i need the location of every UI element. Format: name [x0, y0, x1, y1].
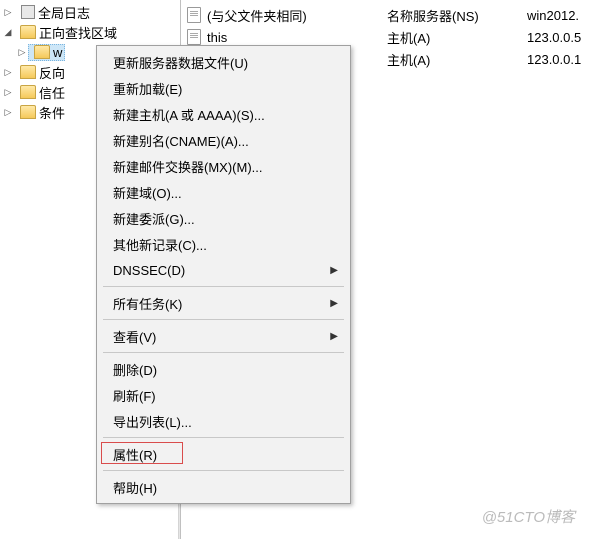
menu-item[interactable]: 新建邮件交换器(MX)(M)...	[99, 153, 348, 179]
menu-label: 删除(D)	[113, 360, 157, 379]
menu-item[interactable]: 删除(D)	[99, 356, 348, 382]
record-type: 主机(A)	[387, 28, 527, 47]
record-row[interactable]: (与父文件夹相同)名称服务器(NS)win2012.	[187, 4, 585, 26]
menu-label: 新建别名(CNAME)(A)...	[113, 131, 249, 150]
record-type: 名称服务器(NS)	[387, 6, 527, 25]
record-data: 123.0.0.1	[527, 52, 585, 67]
tree-label: 反向	[39, 63, 65, 82]
menu-label: 导出列表(L)...	[113, 412, 192, 431]
menu-label: 新建主机(A 或 AAAA)(S)...	[113, 105, 265, 124]
expand-icon[interactable]: ▷	[16, 46, 28, 58]
menu-separator	[103, 286, 344, 287]
tree-label: 全局日志	[38, 3, 90, 22]
chevron-right-icon: ▶	[330, 265, 338, 276]
record-type: 主机(A)	[387, 50, 527, 69]
context-menu: 更新服务器数据文件(U) 重新加载(E) 新建主机(A 或 AAAA)(S)... 新…	[96, 45, 351, 504]
menu-label: 查看(V)	[113, 327, 156, 346]
menu-item[interactable]: 更新服务器数据文件(U)	[99, 49, 348, 75]
document-icon	[187, 7, 201, 23]
menu-item[interactable]: 帮助(H)	[99, 474, 348, 500]
tree-label: 信任	[39, 83, 65, 102]
menu-separator	[103, 470, 344, 471]
watermark: @51CTO博客	[482, 506, 575, 527]
menu-item[interactable]: 刷新(F)	[99, 382, 348, 408]
menu-label: 重新加载(E)	[113, 79, 182, 98]
tree-label: 条件	[39, 103, 65, 122]
menu-item[interactable]: 新建域(O)...	[99, 179, 348, 205]
menu-label: 属性(R)	[113, 445, 157, 464]
menu-label: 帮助(H)	[113, 478, 157, 497]
menu-label: 刷新(F)	[113, 386, 156, 405]
menu-item[interactable]: DNSSEC(D) ▶	[99, 257, 348, 283]
tree-label: w	[53, 45, 62, 60]
tree-item-1[interactable]: ◢ 正向查找区域	[0, 22, 180, 42]
menu-label: 更新服务器数据文件(U)	[113, 53, 248, 72]
menu-label: 新建委派(G)...	[113, 209, 195, 228]
document-icon	[187, 29, 201, 45]
tree-label: 正向查找区域	[39, 23, 117, 42]
menu-item[interactable]: 新建委派(G)...	[99, 205, 348, 231]
record-data: 123.0.0.5	[527, 30, 585, 45]
folder-icon	[20, 85, 36, 99]
expand-icon[interactable]: ▷	[2, 86, 14, 98]
menu-item[interactable]: 属性(R)	[99, 441, 348, 467]
menu-label: 其他新记录(C)...	[113, 235, 207, 254]
folder-icon	[20, 65, 36, 79]
chevron-right-icon: ▶	[330, 331, 338, 342]
tree-item-0[interactable]: ▷ 全局日志	[0, 2, 180, 22]
record-name: (与父文件夹相同)	[207, 6, 387, 25]
log-icon	[21, 5, 35, 19]
menu-label: 所有任务(K)	[113, 294, 182, 313]
menu-item[interactable]: 导出列表(L)...	[99, 408, 348, 434]
menu-item[interactable]: 重新加载(E)	[99, 75, 348, 101]
menu-separator	[103, 437, 344, 438]
chevron-right-icon: ▶	[330, 298, 338, 309]
expand-icon[interactable]: ▷	[2, 66, 14, 78]
collapse-icon[interactable]: ◢	[2, 26, 14, 38]
menu-label: DNSSEC(D)	[113, 263, 185, 278]
menu-item[interactable]: 新建别名(CNAME)(A)...	[99, 127, 348, 153]
record-name: this	[207, 30, 387, 45]
menu-item[interactable]: 新建主机(A 或 AAAA)(S)...	[99, 101, 348, 127]
menu-separator	[103, 319, 344, 320]
record-data: win2012.	[527, 8, 585, 23]
folder-icon	[34, 45, 50, 59]
menu-separator	[103, 352, 344, 353]
menu-item[interactable]: 所有任务(K) ▶	[99, 290, 348, 316]
menu-item[interactable]: 其他新记录(C)...	[99, 231, 348, 257]
menu-item[interactable]: 查看(V) ▶	[99, 323, 348, 349]
expand-icon[interactable]: ▷	[2, 6, 14, 18]
menu-label: 新建域(O)...	[113, 183, 182, 202]
folder-icon	[20, 105, 36, 119]
menu-label: 新建邮件交换器(MX)(M)...	[113, 157, 262, 176]
folder-icon	[20, 25, 36, 39]
expand-icon[interactable]: ▷	[2, 106, 14, 118]
